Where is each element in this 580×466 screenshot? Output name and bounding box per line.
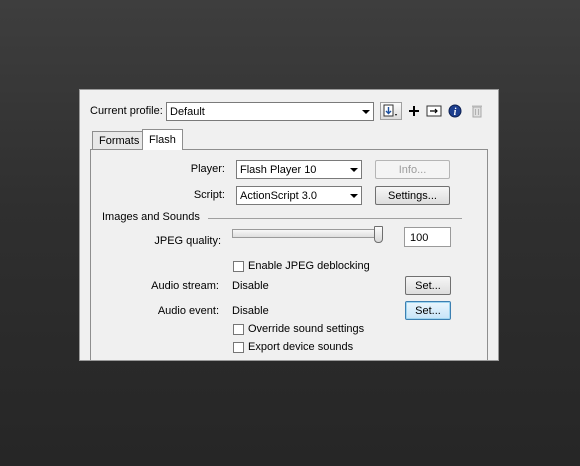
audio-stream-set-button[interactable]: Set... <box>405 276 451 295</box>
script-settings-button[interactable]: Settings... <box>375 186 450 205</box>
script-settings-button-label: Settings... <box>388 189 437 202</box>
jpeg-quality-label: JPEG quality: <box>154 235 221 247</box>
audio-event-set-button[interactable]: Set... <box>405 301 451 320</box>
profile-dropdown[interactable]: Default <box>166 102 374 121</box>
import-export-icon <box>383 104 397 117</box>
plus-icon <box>408 106 419 116</box>
flash-settings-panel: Player: Flash Player 10 Info... Script: … <box>90 149 488 360</box>
jpeg-deblocking-label: Enable JPEG deblocking <box>248 260 370 272</box>
jpeg-quality-input[interactable]: 100 <box>404 227 451 247</box>
tab-formats[interactable]: Formats <box>92 131 147 150</box>
override-sound-checkbox[interactable] <box>233 324 244 335</box>
jpeg-quality-slider[interactable] <box>232 226 384 246</box>
delete-profile-button[interactable] <box>467 102 486 120</box>
audio-event-value: Disable <box>232 305 269 317</box>
chevron-down-icon <box>350 168 358 172</box>
tab-formats-label: Formats <box>99 135 140 147</box>
script-dropdown-value: ActionScript 3.0 <box>240 190 318 202</box>
audio-stream-value: Disable <box>232 280 269 292</box>
section-divider <box>208 218 462 219</box>
publish-settings-dialog: Current profile: Default i Formats Flash… <box>79 89 499 361</box>
chevron-down-icon <box>350 194 358 198</box>
profile-info-button[interactable]: i <box>445 102 464 120</box>
svg-text:i: i <box>453 107 456 118</box>
export-device-sounds-checkbox[interactable] <box>233 342 244 353</box>
script-dropdown[interactable]: ActionScript 3.0 <box>236 186 362 205</box>
jpeg-deblocking-checkbox[interactable] <box>233 261 244 272</box>
images-sounds-heading: Images and Sounds <box>102 211 200 223</box>
audio-stream-label: Audio stream: <box>151 280 219 292</box>
chevron-down-icon <box>362 110 370 114</box>
profile-dropdown-value: Default <box>170 106 205 118</box>
duplicate-profile-button[interactable] <box>424 102 443 120</box>
export-device-sounds-label: Export device sounds <box>248 341 354 353</box>
tab-flash-label: Flash <box>149 134 176 146</box>
jpeg-quality-slider-track <box>232 229 383 238</box>
override-sound-label: Override sound settings <box>248 323 365 335</box>
player-dropdown-value: Flash Player 10 <box>240 164 317 176</box>
duplicate-icon <box>426 105 441 117</box>
info-button[interactable]: Info... <box>375 160 450 179</box>
jpeg-quality-slider-thumb[interactable] <box>374 226 383 243</box>
tab-flash[interactable]: Flash <box>142 129 183 150</box>
player-label: Player: <box>190 163 225 175</box>
audio-stream-set-label: Set... <box>415 279 441 292</box>
import-export-button[interactable] <box>380 102 402 120</box>
jpeg-quality-value: 100 <box>410 232 429 244</box>
current-profile-label: Current profile: <box>90 105 163 117</box>
add-profile-button[interactable] <box>404 102 423 120</box>
player-dropdown[interactable]: Flash Player 10 <box>236 160 362 179</box>
script-label: Script: <box>193 189 225 201</box>
audio-event-set-label: Set... <box>415 304 441 317</box>
audio-event-label: Audio event: <box>157 305 219 317</box>
info-icon: i <box>448 104 461 118</box>
info-button-label: Info... <box>398 163 427 176</box>
trash-icon <box>471 105 482 118</box>
